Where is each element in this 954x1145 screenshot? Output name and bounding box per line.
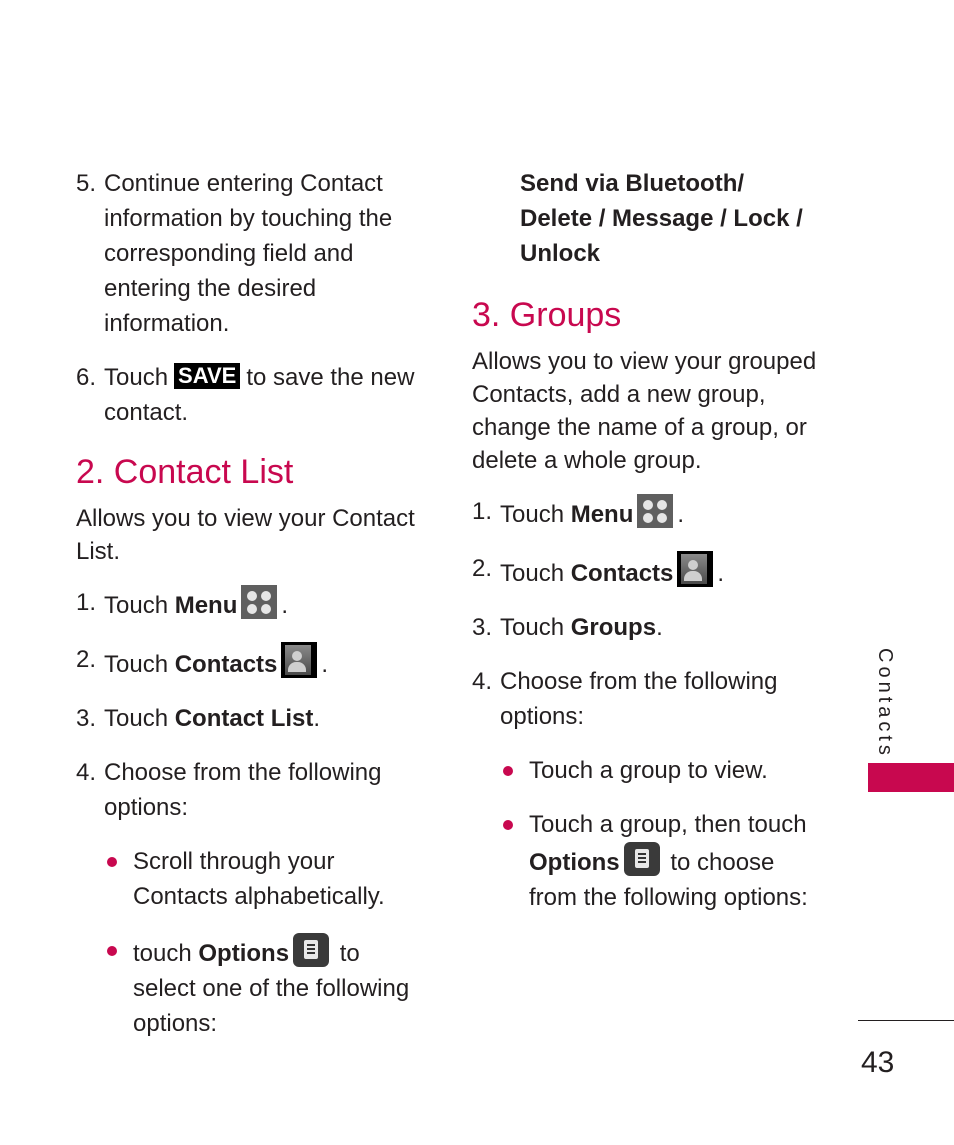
options-icon: [623, 842, 660, 876]
step-text: Touch: [500, 501, 565, 528]
step-text: Choose from the following options:: [500, 668, 778, 730]
punctuation: .: [717, 560, 725, 587]
step-text: Touch: [104, 705, 169, 732]
step-number: 5.: [76, 170, 97, 197]
step-text: Touch: [104, 592, 169, 619]
step-4: 4. Choose from the following options:: [76, 755, 426, 825]
bullet-dot-icon: [503, 766, 513, 776]
options-label: Options: [198, 940, 290, 967]
page-number: 43: [861, 1046, 895, 1079]
step-number: 1.: [472, 498, 493, 525]
bullet-item: Touch a group to view.: [472, 753, 822, 788]
bullet-dot-icon: [503, 820, 513, 830]
contact-list-label: Contact List: [174, 705, 314, 732]
step-number: 3.: [472, 614, 493, 641]
chapter-tab-marker: [868, 763, 954, 792]
contacts-label: Contacts: [174, 651, 278, 678]
contacts-book-icon: [677, 551, 714, 587]
step-3: 3. Touch Contact List.: [76, 701, 426, 736]
options-label: Options: [529, 849, 620, 876]
step-2: 2. Touch Contacts.: [76, 642, 426, 682]
step-number: 4.: [76, 759, 97, 786]
menu-label: Menu: [570, 501, 634, 528]
bullet-dot-icon: [107, 946, 117, 956]
step-1: 1. Touch Menu.: [472, 494, 822, 532]
footer-divider: [858, 1020, 954, 1021]
step-3: 3. Touch Groups.: [472, 610, 822, 645]
punctuation: .: [313, 705, 321, 732]
section-intro: Allows you to view your grouped Contacts…: [472, 348, 817, 474]
step-number: 2.: [76, 646, 97, 673]
bullet-item: Scroll through your Contacts alphabetica…: [76, 844, 426, 914]
menu-grid-icon: [241, 585, 278, 619]
chapter-tab-label: Contacts: [874, 648, 896, 759]
section-heading-contact-list: 2. Contact List: [76, 453, 294, 491]
bullet-item: touch Options to select one of the follo…: [76, 933, 426, 1041]
continued-options-list: Send via Bluetooth/ Delete / Message / L…: [520, 170, 803, 267]
punctuation: .: [677, 501, 685, 528]
menu-grid-icon: [637, 494, 674, 528]
bullet-dot-icon: [107, 857, 117, 867]
left-column: 5. Continue entering Contact information…: [76, 166, 426, 1060]
options-icon: [293, 933, 330, 967]
step-text: Continue entering Contact information by…: [104, 170, 393, 337]
contacts-book-icon: [281, 642, 318, 678]
step-number: 6.: [76, 364, 97, 391]
bullet-text: Touch a group to view.: [529, 757, 768, 784]
step-4: 4. Choose from the following options:: [472, 664, 822, 734]
step-text: Touch: [104, 364, 169, 391]
section-intro: Allows you to view your Contact List.: [76, 505, 415, 565]
bullet-text: touch: [133, 940, 192, 967]
groups-label: Groups: [570, 614, 657, 641]
bullet-item: Touch a group, then touch Options to cho…: [472, 807, 822, 915]
step-2: 2. Touch Contacts.: [472, 551, 822, 591]
punctuation: .: [321, 651, 329, 678]
section-heading-groups: 3. Groups: [472, 296, 622, 334]
step-text: Touch: [500, 560, 565, 587]
step-number: 4.: [472, 668, 493, 695]
punctuation: .: [281, 592, 289, 619]
step-text: Choose from the following options:: [104, 759, 382, 821]
step-text: Touch: [104, 651, 169, 678]
bullet-text: Scroll through your Contacts alphabetica…: [133, 848, 385, 910]
save-key-badge: SAVE: [174, 363, 241, 389]
step-1: 1. Touch Menu.: [76, 585, 426, 623]
contacts-label: Contacts: [570, 560, 674, 587]
step-text: Touch: [500, 614, 565, 641]
punctuation: .: [656, 614, 663, 641]
step-6: 6. Touch SAVE to save the new contact.: [76, 360, 426, 430]
step-number: 3.: [76, 705, 97, 732]
right-column: Send via Bluetooth/ Delete / Message / L…: [472, 166, 822, 934]
step-5: 5. Continue entering Contact information…: [76, 166, 426, 341]
step-number: 2.: [472, 555, 493, 582]
step-number: 1.: [76, 589, 97, 616]
bullet-text: Touch a group, then touch: [529, 811, 807, 838]
menu-label: Menu: [174, 592, 238, 619]
